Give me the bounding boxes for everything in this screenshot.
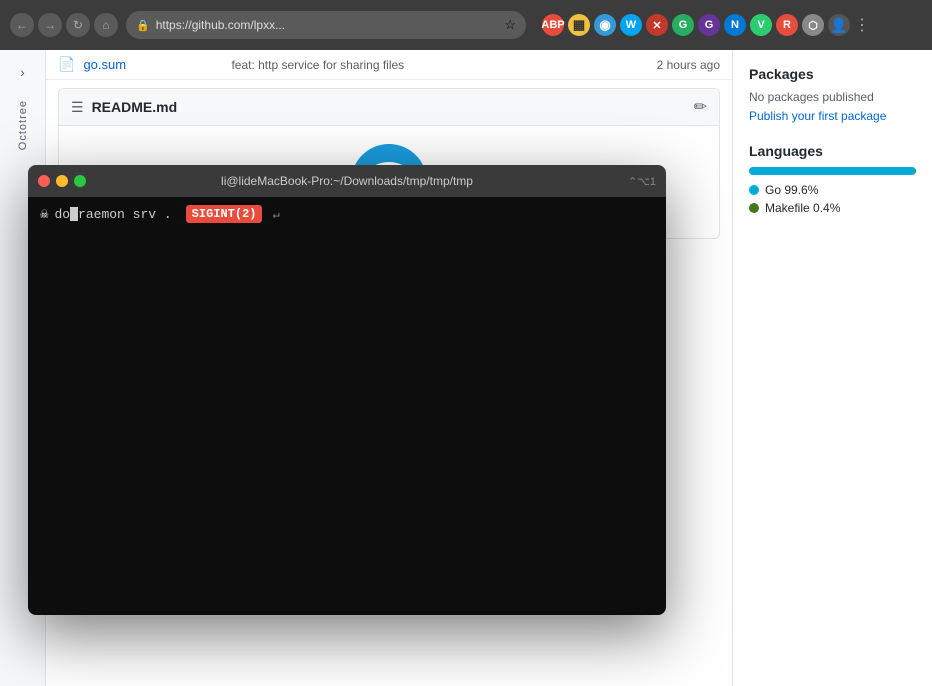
go-dot	[749, 185, 759, 195]
terminal-maximize-button[interactable]	[74, 175, 86, 187]
makefile-bar-segment	[915, 167, 916, 175]
no-packages-text: No packages published	[749, 90, 916, 104]
ext-abp-icon[interactable]: ABP	[542, 14, 564, 36]
url-text: https://github.com/lpxx...	[156, 18, 499, 32]
octotree-toggle-button[interactable]: ›	[11, 60, 35, 84]
go-language-item: Go 99.6%	[749, 183, 916, 197]
ext-yellow-icon[interactable]: ▦	[568, 14, 590, 36]
right-sidebar: Packages No packages published Publish y…	[732, 50, 932, 686]
readme-header: ☰ README.md ✏	[59, 89, 719, 126]
languages-section: Languages Go 99.6% Makefile 0.4%	[749, 143, 916, 215]
octotree-label: Octotree	[17, 100, 29, 150]
readme-edit-button[interactable]: ✏	[694, 97, 707, 117]
terminal-command-text: do raemon srv .	[54, 207, 171, 222]
ext-red-icon[interactable]: ✕	[646, 14, 668, 36]
file-icon: 📄	[58, 56, 75, 73]
go-language-label: Go 99.6%	[765, 183, 818, 197]
ext-n-icon[interactable]: N	[724, 14, 746, 36]
ext-blue-icon[interactable]: ◉	[594, 14, 616, 36]
lock-icon: 🔒	[136, 19, 150, 32]
readme-list-icon: ☰	[71, 99, 84, 116]
cursor-suffix: raemon srv .	[78, 207, 172, 222]
nav-refresh-button[interactable]: ↻	[66, 13, 90, 37]
terminal-minimize-button[interactable]	[56, 175, 68, 187]
packages-section: Packages No packages published Publish y…	[749, 66, 916, 123]
address-bar[interactable]: 🔒 https://github.com/lpxx... ☆	[126, 11, 526, 39]
nav-home-button[interactable]: ⌂	[94, 13, 118, 37]
publish-first-package-link[interactable]: Publish your first package	[749, 109, 886, 123]
terminal-titlebar: li@lideMacBook-Pro:~/Downloads/tmp/tmp/t…	[28, 165, 666, 197]
makefile-language-label: Makefile 0.4%	[765, 201, 840, 215]
terminal-body[interactable]: ☠ do raemon srv . SIGINT(2) ↵	[28, 197, 666, 615]
terminal-title: li@lideMacBook-Pro:~/Downloads/tmp/tmp/t…	[221, 174, 473, 188]
go-bar-segment	[749, 167, 915, 175]
file-name[interactable]: go.sum	[83, 57, 223, 72]
shortcut-text: ⌃⌥1	[628, 175, 656, 188]
ext-rp-icon[interactable]: R	[776, 14, 798, 36]
readme-title-area: ☰ README.md	[71, 99, 177, 116]
return-icon: ↵	[272, 207, 279, 222]
terminal-close-button[interactable]	[38, 175, 50, 187]
ext-puzzle-icon[interactable]: ⬡	[802, 14, 824, 36]
browser-nav: ← → ↻ ⌂	[10, 13, 118, 37]
file-row: 📄 go.sum feat: http service for sharing …	[46, 50, 732, 80]
nav-forward-button[interactable]: →	[38, 13, 62, 37]
languages-title: Languages	[749, 143, 916, 159]
ext-green-icon[interactable]: G	[672, 14, 694, 36]
file-commit-message: feat: http service for sharing files	[231, 58, 632, 72]
ext-user-icon[interactable]: 👤	[828, 14, 850, 36]
browser-bar: ← → ↻ ⌂ 🔒 https://github.com/lpxx... ☆ A…	[0, 0, 932, 50]
terminal-prompt-icon: ☠	[40, 206, 48, 223]
ext-v-icon[interactable]: V	[750, 14, 772, 36]
terminal-shortcut: ⌃⌥1	[628, 175, 656, 188]
languages-bar	[749, 167, 916, 175]
browser-more-button[interactable]: ⋮	[854, 15, 870, 35]
nav-back-button[interactable]: ←	[10, 13, 34, 37]
ext-ms-icon[interactable]: W	[620, 14, 642, 36]
ext-gecko-icon[interactable]: G	[698, 14, 720, 36]
star-icon[interactable]: ☆	[504, 17, 516, 33]
readme-title: README.md	[92, 99, 178, 115]
makefile-dot	[749, 203, 759, 213]
file-timestamp: 2 hours ago	[640, 58, 720, 72]
terminal-prompt-line: ☠ do raemon srv . SIGINT(2) ↵	[40, 205, 654, 223]
makefile-language-item: Makefile 0.4%	[749, 201, 916, 215]
terminal-window[interactable]: li@lideMacBook-Pro:~/Downloads/tmp/tmp/t…	[28, 165, 666, 615]
sigint-badge: SIGINT(2)	[186, 205, 263, 223]
terminal-cursor	[70, 207, 78, 221]
browser-extensions: ABP ▦ ◉ W ✕ G G N V R ⬡ 👤 ⋮	[542, 14, 870, 36]
packages-title: Packages	[749, 66, 916, 82]
cursor-prefix: do	[54, 207, 70, 222]
